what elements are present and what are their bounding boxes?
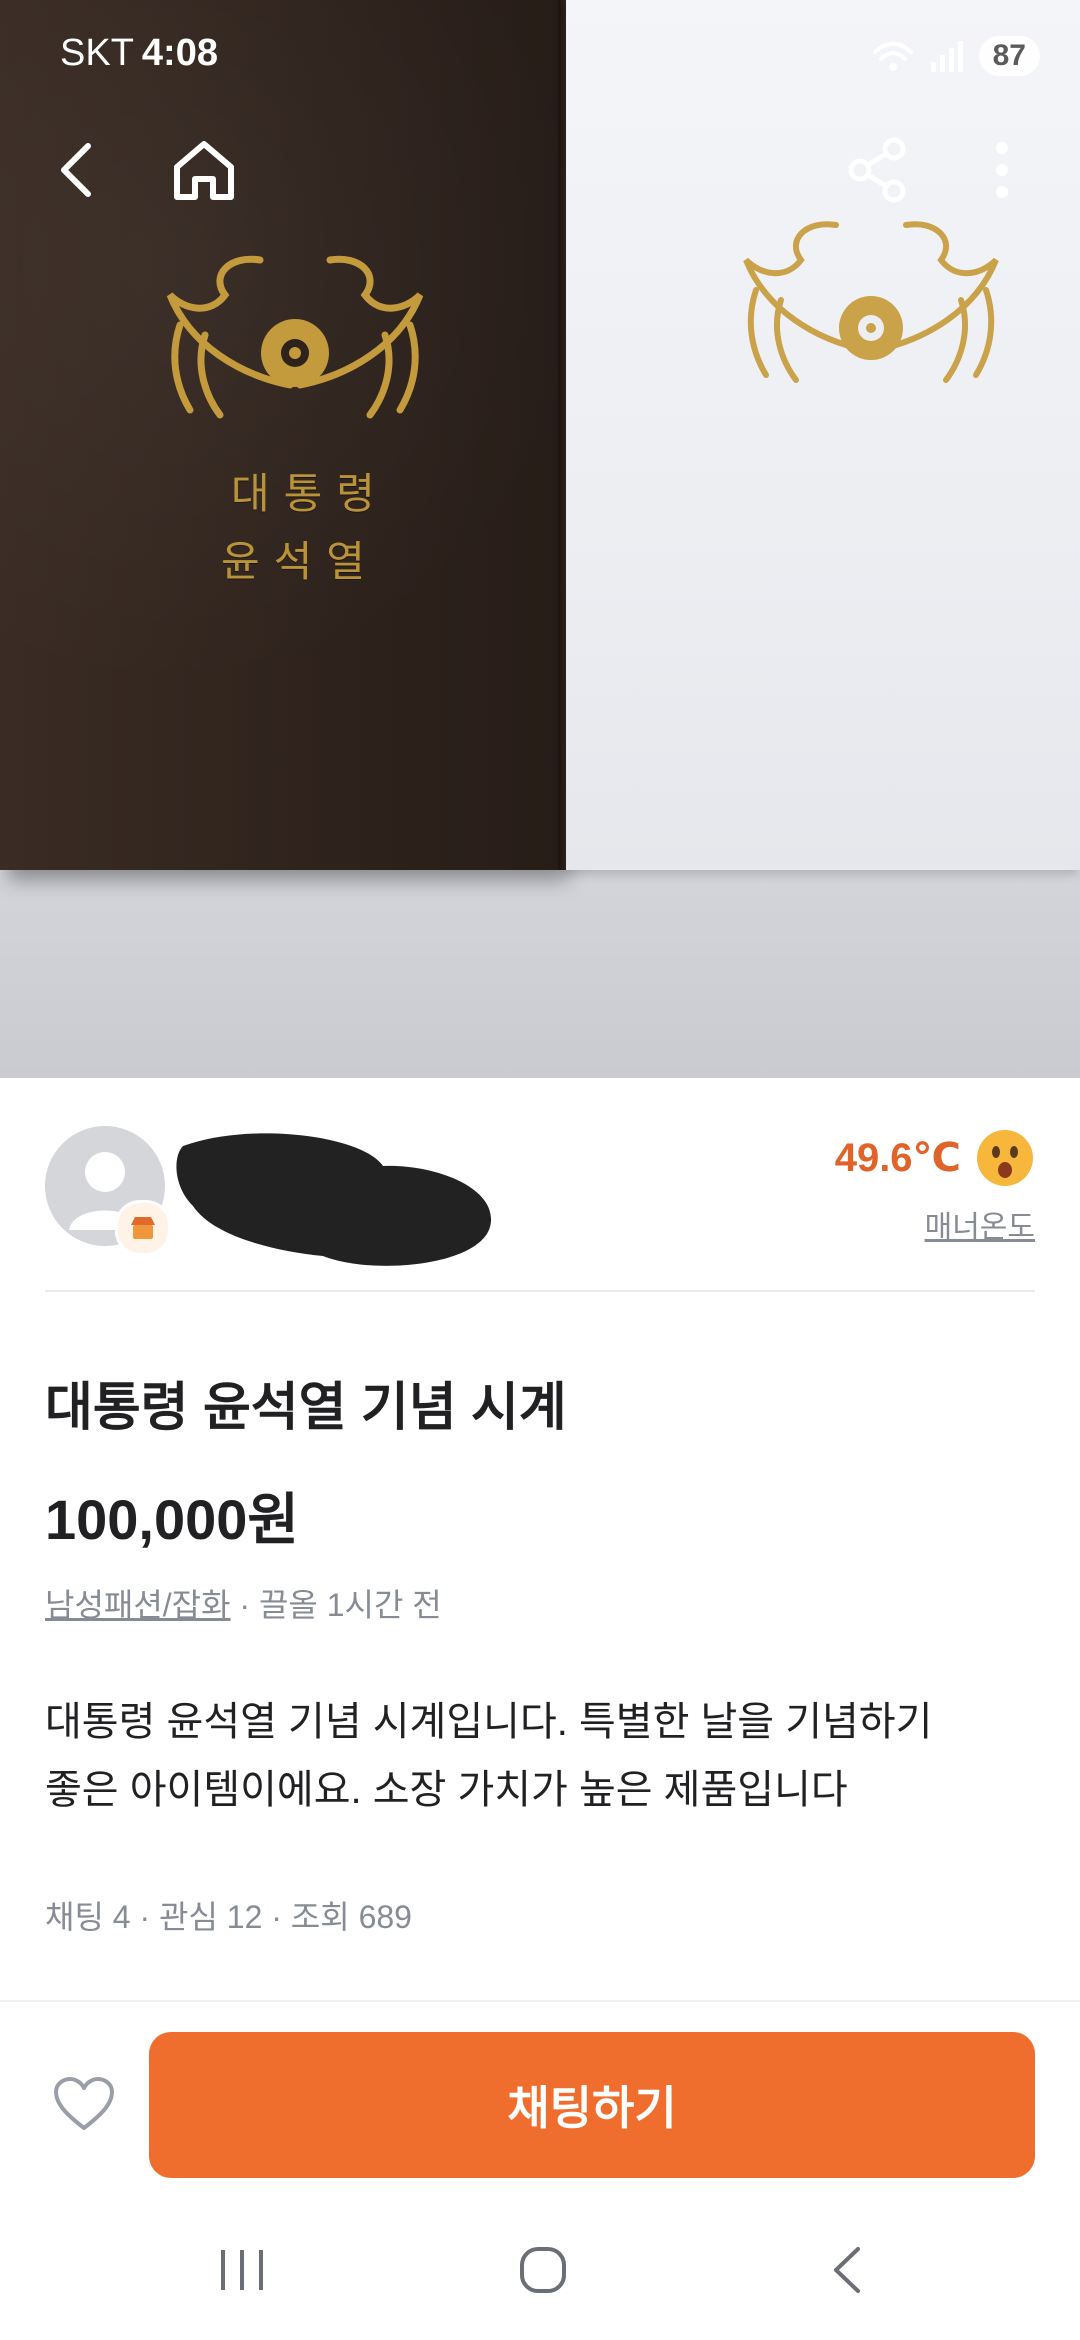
more-options-button[interactable] [962, 130, 1042, 210]
store-badge-icon [131, 1217, 155, 1239]
category-link[interactable]: 남성패션/잡화 [45, 1587, 231, 1623]
home-button[interactable] [164, 130, 244, 210]
home-system-button[interactable] [498, 2230, 588, 2310]
product-price: 100,000원 [45, 1488, 299, 1551]
recent-apps-icon [221, 2250, 263, 2290]
manner-temperature[interactable]: 49.6℃ 매너온도 [835, 1128, 1035, 1246]
surprised-face-icon [977, 1130, 1033, 1186]
product-stats: 채팅 4 · 관심 12 · 조회 689 [45, 1899, 412, 1935]
carrier-name: SKT [60, 32, 134, 74]
wifi-icon [872, 41, 913, 71]
status-bar: SKT 4:08 87 [0, 0, 1080, 110]
clock-time: 4:08 [141, 32, 218, 74]
description-line: 좋은 아이템이에요. 소장 가치가 높은 제품입니다 [45, 1768, 848, 1812]
product-title: 대통령 윤석열 기념 시계 [45, 1379, 567, 1437]
home-icon [174, 141, 234, 200]
phoenix-emblem-gold [166, 255, 424, 419]
recent-apps-button[interactable] [197, 2230, 287, 2310]
meta-separator: · [230, 1587, 259, 1623]
share-icon [848, 137, 906, 203]
product-photo[interactable]: 대통령 윤석열 [0, 0, 1080, 1078]
battery-level: 87 [978, 36, 1040, 76]
back-system-button[interactable] [803, 2230, 893, 2310]
more-vertical-icon [996, 142, 1008, 198]
home-circle-icon [520, 2247, 566, 2293]
chevron-left-icon [61, 143, 91, 197]
box-inscription-line2: 윤석열 [221, 537, 379, 586]
system-navigation-bar [0, 2200, 1080, 2340]
bottom-action-bar: 채팅하기 [0, 2000, 1080, 2202]
phoenix-emblem-gold [743, 221, 999, 383]
heart-icon [54, 2077, 114, 2130]
store-badge [115, 1200, 171, 1256]
signal-icon [930, 41, 963, 72]
share-button[interactable] [838, 130, 918, 210]
manner-temperature-value: 49.6℃ [834, 1136, 961, 1180]
section-divider [45, 1290, 1035, 1292]
photo-background-surface [0, 860, 1080, 1078]
product-meta: 남성패션/잡화 · 끌올 1시간 전 [45, 1580, 442, 1626]
product-description: 대통령 윤석열 기념 시계입니다. 특별한 날을 기념하기 좋은 아이템이에요.… [45, 1688, 1035, 1824]
description-line: 대통령 윤석열 기념 시계입니다. 특별한 날을 기념하기 [45, 1700, 933, 1744]
posted-time: 끌올 1시간 전 [258, 1587, 442, 1623]
chat-button[interactable]: 채팅하기 [149, 2032, 1035, 2178]
box-inscription-line1: 대통령 [231, 469, 389, 518]
back-arrow-icon [834, 2247, 860, 2293]
like-button[interactable] [44, 2064, 124, 2144]
manner-temperature-label[interactable]: 매너온도 [835, 1202, 1035, 1246]
seller-profile-row[interactable]: 49.6℃ 매너온도 [45, 1110, 1035, 1290]
seller-name-redaction [176, 1133, 492, 1266]
back-button[interactable] [36, 130, 116, 210]
